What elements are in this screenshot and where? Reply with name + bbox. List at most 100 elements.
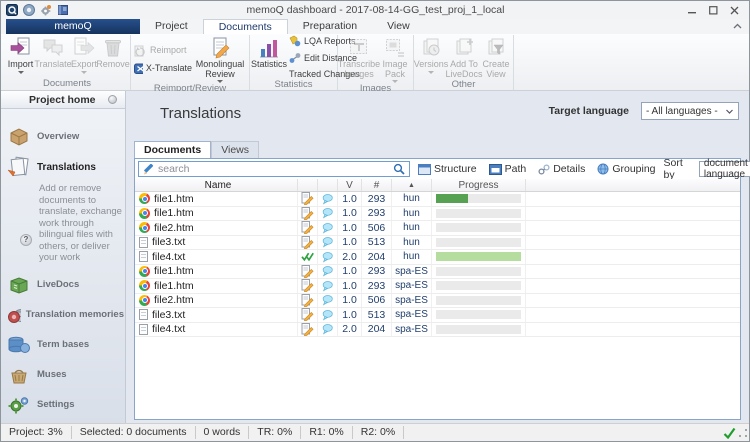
sidebar-item-translations[interactable]: Translations <box>1 151 125 183</box>
column-header-comments[interactable] <box>318 179 338 191</box>
comment-icon <box>322 323 334 335</box>
livedocs-icon <box>6 275 32 295</box>
table-row[interactable]: file1.htm 1.0 293 hun <box>135 192 740 207</box>
sidebar-item-livedocs[interactable]: LiveDocs <box>1 270 125 300</box>
structure-button[interactable]: Structure <box>414 163 481 175</box>
comment-icon <box>322 193 334 205</box>
comment-icon <box>322 222 334 234</box>
column-header-version[interactable]: V <box>338 179 362 191</box>
progress-bar <box>436 296 521 305</box>
tab-preparation[interactable]: Preparation <box>288 19 372 34</box>
column-header-count[interactable]: # <box>362 179 392 191</box>
ribbon-tab-bar: memoQ Project Documents Preparation View <box>1 19 749 34</box>
ribbon-group-other: Versions Add To LiveDocs Create View Oth… <box>414 35 514 90</box>
resize-grip[interactable] <box>739 429 747 437</box>
help-icon[interactable] <box>23 4 35 16</box>
memoq-window: memoQ dashboard - 2017-08-14-GG_test_pro… <box>0 0 750 442</box>
sidebar-header: Project home <box>1 91 125 109</box>
target-language-select[interactable]: - All languages - <box>641 102 739 120</box>
monolingual-review-button[interactable]: Monolingual Review <box>194 35 246 83</box>
column-header-name[interactable]: Name <box>135 179 298 191</box>
column-header-language-sort[interactable]: ▲ <box>392 179 432 191</box>
html-file-icon <box>139 280 150 291</box>
comment-icon <box>322 280 334 292</box>
progress-bar <box>436 281 521 290</box>
comment-icon <box>322 309 334 321</box>
sort-by-label: Sort by <box>664 157 693 181</box>
grouping-icon <box>597 163 609 175</box>
sphere-handle-icon[interactable] <box>108 95 117 104</box>
search-icon[interactable] <box>393 163 405 175</box>
documents-toolbar: Structure Path Details Grouping <box>135 159 740 179</box>
translate-button: Translate <box>36 35 70 78</box>
text-file-icon <box>139 324 148 335</box>
table-header: Name V # ▲ Progress <box>135 179 740 192</box>
memoq-logo-icon[interactable] <box>6 4 18 16</box>
close-icon[interactable] <box>724 3 745 18</box>
comment-icon <box>322 251 334 263</box>
column-header-progress[interactable]: Progress <box>432 179 526 191</box>
details-button[interactable]: Details <box>534 163 589 175</box>
group-label-other: Other <box>415 79 512 90</box>
statistics-button[interactable]: Statistics <box>251 35 287 79</box>
quick-access-toolbar <box>1 4 69 16</box>
export-button: Export <box>70 35 98 78</box>
app-tab-memoq[interactable]: memoQ <box>6 19 140 34</box>
sort-by-select[interactable]: document language <box>699 161 750 177</box>
progress-bar <box>436 267 521 276</box>
term-bases-icon <box>6 335 32 355</box>
sidebar-item-translation-memories[interactable]: Translation memories <box>1 300 125 330</box>
html-file-icon <box>139 266 150 277</box>
table-row[interactable]: file1.htm 1.0 293 spa-ES <box>135 265 740 280</box>
status-words: 0 words <box>196 426 250 439</box>
pencil-icon <box>143 164 154 175</box>
help-bubble-icon[interactable]: ? <box>20 234 32 246</box>
tab-documents[interactable]: Documents <box>203 19 288 34</box>
path-icon <box>489 164 502 175</box>
minimize-icon[interactable] <box>682 3 703 18</box>
table-row[interactable]: file4.txt 2.0 204 spa-ES <box>135 323 740 338</box>
collapse-ribbon-icon[interactable] <box>732 21 743 33</box>
table-row[interactable]: file2.htm 1.0 506 hun <box>135 221 740 236</box>
sidebar-item-settings[interactable]: Settings <box>1 390 125 420</box>
table-row[interactable]: file4.txt 2.0 204 hun <box>135 250 740 265</box>
edit-icon <box>301 236 314 249</box>
table-row[interactable]: file2.htm 1.0 506 spa-ES <box>135 294 740 309</box>
tab-view[interactable]: View <box>372 19 425 34</box>
comment-icon <box>322 207 334 219</box>
tab-documents-list[interactable]: Documents <box>134 141 211 158</box>
status-tr: TR: 0% <box>249 426 301 439</box>
sidebar-item-overview[interactable]: Overview <box>1 121 125 151</box>
grouping-button[interactable]: Grouping <box>593 163 659 175</box>
x-translate-button[interactable]: X-Translate <box>134 62 192 75</box>
ribbon: Import Translate Export Remove Document <box>1 34 749 91</box>
comment-icon <box>322 294 334 306</box>
maximize-icon[interactable] <box>703 3 724 18</box>
status-ok-check-icon <box>723 427 736 439</box>
muses-icon <box>6 365 32 385</box>
confirmed-check-icon <box>301 250 314 263</box>
transcribe-images-button: Transcribe Images <box>339 35 379 83</box>
resources-icon[interactable] <box>57 4 69 16</box>
path-button[interactable]: Path <box>485 163 531 175</box>
translation-memories-icon <box>6 305 21 325</box>
ribbon-group-documents: Import Translate Export Remove Document <box>4 35 131 90</box>
ribbon-group-images: Transcribe Images Image Pack Images <box>338 35 414 90</box>
add-to-livedocs-button: Add To LiveDocs <box>447 35 481 79</box>
tab-views-list[interactable]: Views <box>211 141 259 158</box>
table-row[interactable]: file3.txt 1.0 513 hun <box>135 236 740 251</box>
status-r1: R1: 0% <box>301 426 352 439</box>
sidebar-item-muses[interactable]: Muses <box>1 360 125 390</box>
tab-project[interactable]: Project <box>140 19 203 34</box>
table-row[interactable]: file1.htm 1.0 293 spa-ES <box>135 279 740 294</box>
comment-icon <box>322 236 334 248</box>
edit-icon <box>301 279 314 292</box>
sidebar-item-term-bases[interactable]: Term bases <box>1 330 125 360</box>
table-row[interactable]: file1.htm 1.0 293 hun <box>135 207 740 222</box>
options-gear-icon[interactable] <box>40 4 52 16</box>
column-header-status[interactable] <box>298 179 318 191</box>
import-button[interactable]: Import <box>5 35 36 78</box>
group-label-statistics: Statistics <box>251 79 336 90</box>
table-row[interactable]: file3.txt 1.0 513 spa-ES <box>135 308 740 323</box>
search-input[interactable] <box>158 163 389 175</box>
